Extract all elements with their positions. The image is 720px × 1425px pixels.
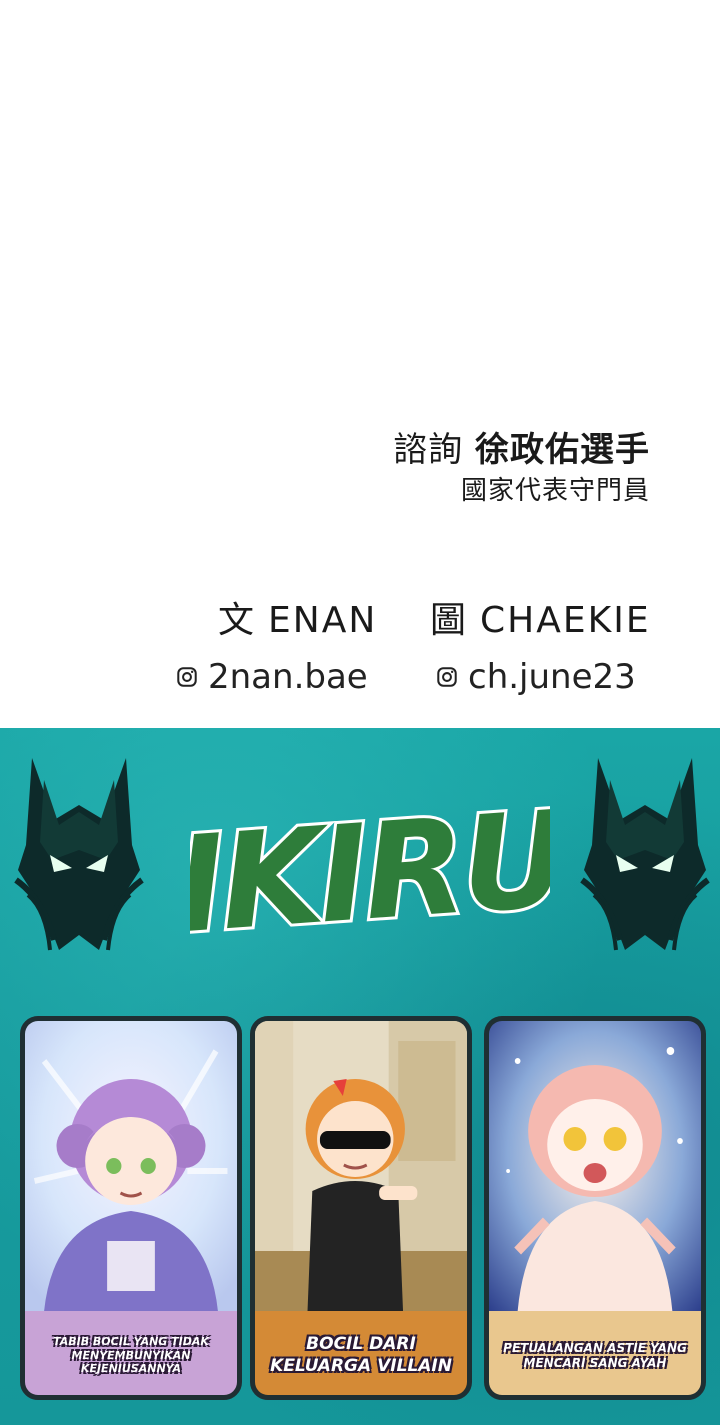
ikiru-logo: IKIRU — [190, 779, 550, 958]
writer-handle[interactable]: 2nan.bae — [176, 655, 368, 699]
writer-handle-text: 2nan.bae — [208, 657, 368, 697]
logo-text: IKIRU — [190, 782, 550, 958]
consultant-credit: 諮詢 徐政佑選手 國家代表守門員 — [393, 428, 650, 510]
artist-label: 圖 — [430, 600, 469, 641]
wolf-head-emblem — [14, 758, 144, 951]
card-artwork — [25, 1021, 237, 1311]
artist-name: CHAEKIE — [480, 600, 651, 641]
card-caption: PETUALANGAN ASTIE YANG MENCARI SANG AYAH — [489, 1311, 701, 1395]
consultant-name: 徐政佑選手 — [475, 430, 650, 470]
series-card[interactable]: PETUALANGAN ASTIE YANG MENCARI SANG AYAH — [484, 1016, 706, 1400]
consultant-role: 國家代表守門員 — [460, 476, 650, 506]
promo-banner: IKIRU TABIB BOCIL YANG TIDAK MENYEMBUNYI… — [0, 728, 720, 1425]
writer-label: 文 — [218, 600, 257, 641]
artist-credit: 圖 CHAEKIE — [430, 598, 651, 644]
writer-credit: 文 ENAN — [218, 598, 377, 644]
card-artwork — [255, 1021, 467, 1311]
artist-handle-text: ch.june23 — [468, 657, 636, 697]
instagram-icon — [177, 667, 197, 687]
series-card[interactable]: TABIB BOCIL YANG TIDAK MENYEMBUNYIKAN KE… — [20, 1016, 242, 1400]
instagram-icon — [437, 667, 457, 687]
card-caption: TABIB BOCIL YANG TIDAK MENYEMBUNYIKAN KE… — [25, 1311, 237, 1395]
credits-section: 諮詢 徐政佑選手 國家代表守門員 文 ENAN 圖 CHAEKIE 2nan.bae… — [0, 0, 720, 728]
card-artwork — [489, 1021, 701, 1311]
artist-handle[interactable]: ch.june23 — [436, 655, 636, 699]
card-caption: BOCIL DARI KELUARGA VILLAIN — [255, 1311, 467, 1395]
writer-name: ENAN — [268, 600, 378, 641]
series-card[interactable]: BOCIL DARI KELUARGA VILLAIN — [250, 1016, 472, 1400]
wolf-head-emblem — [580, 758, 710, 951]
consult-prefix: 諮詢 — [393, 430, 464, 470]
